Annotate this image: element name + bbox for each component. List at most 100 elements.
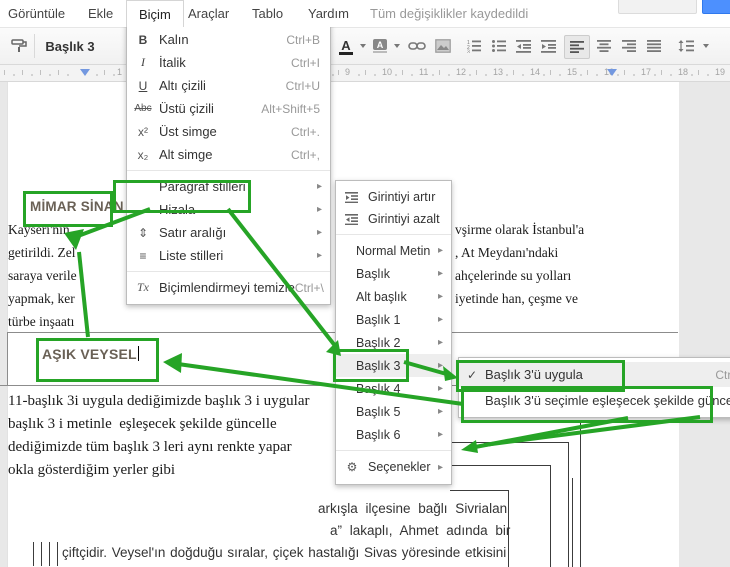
format-menu: B Kalın Ctrl+B I İtalik Ctrl+I U Altı çizili C… [126, 22, 331, 305]
menu-item-baslik-2[interactable]: Başlık 2 ▸ [336, 331, 451, 354]
paragraph-style-selector[interactable]: Başlık 3 [42, 35, 98, 57]
increase-indent-menu-icon [336, 190, 368, 204]
menu-item-baslik-1[interactable]: Başlık 1 ▸ [336, 308, 451, 331]
submenu-arrow-icon: ▸ [316, 250, 322, 261]
heading3-menu: ✓Başlık 3'ü uygulaCtrl Başlık 3'ü seçiml… [458, 357, 730, 418]
menu-item-girintiyi-azalt[interactable]: Girintiyi azalt [336, 208, 451, 230]
clear-formatting-icon: Tx [137, 280, 149, 294]
submenu-arrow-icon: ▸ [437, 383, 443, 394]
menu-goruntule[interactable]: Görüntüle [8, 0, 65, 27]
text-color-arrow-icon[interactable] [356, 35, 366, 57]
menu-item-ust-simge[interactable]: x² Üst simge Ctrl+. [127, 120, 330, 143]
insert-image-icon[interactable] [432, 35, 454, 57]
menu-item-paragraf-stilleri[interactable]: Paragraf stilleri ▸ [127, 175, 330, 198]
para1-left-line5[interactable]: türbe inşaatı [8, 314, 74, 330]
para1-left-line3[interactable]: saraya verile [8, 268, 77, 284]
menu-item-kalin[interactable]: B Kalın Ctrl+B [127, 28, 330, 51]
menu-item-bicimlendirmeyi-temizle[interactable]: Tx Biçimlendirmeyi temizle Ctrl+\ [127, 276, 330, 299]
nested-table-border [49, 542, 50, 566]
para2-line1[interactable]: 11-başlık 3i uygula dediğimizde başlık 3… [8, 393, 309, 410]
menu-item-baslik-6[interactable]: Başlık 6 ▸ [336, 423, 451, 446]
menu-item-alti-cizili[interactable]: U Altı çizili Ctrl+U [127, 74, 330, 97]
nested-table-border [450, 442, 569, 443]
submenu-arrow-icon: ▸ [437, 360, 443, 371]
strikethrough-icon: Abc [134, 103, 152, 114]
menu-item-girintiyi-artir[interactable]: Girintiyi artır [336, 186, 451, 208]
line-spacing-arrow-icon[interactable] [699, 35, 709, 57]
heading-mimar-sinan[interactable]: MİMAR SİNAN [30, 199, 124, 214]
nested-table-border [572, 478, 573, 567]
para1-right-line3[interactable]: ahçelerinde su yolları [455, 268, 571, 284]
nested-table-border [33, 542, 34, 566]
highlight-arrow-icon[interactable] [390, 35, 400, 57]
highlight-color-button[interactable]: A [370, 35, 390, 57]
menu-araclar[interactable]: Araçlar [188, 0, 229, 27]
para1-left-line2[interactable]: getirildi. Zel [8, 245, 75, 261]
menu-item-baslik3-guncelle[interactable]: Başlık 3'ü seçimle eşleşecek şekilde gün… [459, 387, 730, 413]
para1-right-line4[interactable]: iyetinde han, çeşme ve [455, 291, 578, 307]
increase-indent-icon[interactable] [538, 35, 560, 57]
menu-item-baslik-3[interactable]: Başlık 3 ▸ [336, 354, 451, 377]
nested-table-border [57, 542, 58, 566]
menu-item-baslik-4[interactable]: Başlık 4 ▸ [336, 377, 451, 400]
svg-text:A: A [377, 40, 384, 50]
bottom-line2[interactable]: a” lakaplı, Ahmet adında bir [330, 523, 510, 538]
paint-format-icon[interactable] [8, 35, 30, 57]
menu-item-normal-metin[interactable]: Normal Metin ▸ [336, 239, 451, 262]
menu-item-secenekler[interactable]: ⚙ Seçenekler ▸ [336, 455, 451, 479]
nested-table-border [550, 465, 551, 567]
table-border-left [7, 332, 8, 385]
menu-item-liste-stilleri[interactable]: ≡ Liste stilleri ▸ [127, 244, 330, 267]
submenu-arrow-icon: ▸ [437, 314, 443, 325]
bold-icon: B [138, 32, 148, 47]
numbered-list-icon[interactable]: 123 [463, 35, 485, 57]
italic-icon: I [141, 55, 145, 69]
indent-marker-left[interactable] [80, 69, 90, 76]
comments-button[interactable] [618, 0, 697, 14]
line-spacing-icon[interactable] [674, 35, 698, 57]
menu-bicim[interactable]: Biçim [126, 0, 184, 27]
heading-asik-veysel[interactable]: AŞIK VEYSEL [42, 346, 139, 362]
menu-item-italik[interactable]: I İtalik Ctrl+I [127, 51, 330, 74]
text-color-button[interactable]: A [336, 35, 356, 57]
submenu-arrow-icon: ▸ [437, 268, 443, 279]
nested-table-border [41, 542, 42, 566]
menu-ekle[interactable]: Ekle [88, 0, 113, 27]
align-center-icon[interactable] [592, 35, 616, 57]
para1-right-line1[interactable]: vşirme olarak İstanbul'a [455, 222, 584, 238]
menu-separator [336, 234, 451, 235]
menu-yardim[interactable]: Yardım [308, 0, 349, 27]
menu-item-alt-baslik[interactable]: Alt başlık ▸ [336, 285, 451, 308]
heading-asik-text: AŞIK VEYSEL [42, 346, 137, 362]
para2-line2[interactable]: başlık 3 i metinle eşleşecek şekilde gün… [8, 416, 277, 433]
bottom-line1[interactable]: arkışla ilçesine bağlı Sivrialan [318, 501, 507, 516]
align-justify-icon[interactable] [642, 35, 666, 57]
menu-separator [127, 170, 330, 171]
ruler[interactable]: 1 9 10 11 12 13 14 15 16 17 18 19 [0, 63, 730, 82]
insert-link-icon[interactable] [406, 35, 428, 57]
menu-item-satir-araligi[interactable]: ⇕ Satır aralığı ▸ [127, 221, 330, 244]
para1-left-line1[interactable]: Kayseri'nin [8, 222, 70, 238]
bottom-line3[interactable]: çiftçidir. Veysel'ın doğduğu sıralar, çi… [62, 545, 506, 560]
menu-item-alt-simge[interactable]: x₂ Alt simge Ctrl+, [127, 143, 330, 166]
nested-table-border [568, 442, 569, 567]
para1-left-line4[interactable]: yapmak, ker [8, 291, 75, 307]
menu-item-baslik-5[interactable]: Başlık 5 ▸ [336, 400, 451, 423]
menu-item-hizala[interactable]: Hizala ▸ [127, 198, 330, 221]
menu-item-baslik3-uygula[interactable]: ✓Başlık 3'ü uygulaCtrl [459, 362, 730, 387]
align-left-icon[interactable] [564, 35, 590, 59]
para1-right-line2[interactable]: , At Meydanı'ndaki [455, 245, 558, 261]
bulleted-list-icon[interactable] [488, 35, 510, 57]
para2-line4[interactable]: okla gösterdiğim yerler gibi [8, 462, 175, 479]
decrease-indent-icon[interactable] [513, 35, 535, 57]
menu-item-ustu-cizili[interactable]: Abc Üstü çizili Alt+Shift+5 [127, 97, 330, 120]
menu-tablo[interactable]: Tablo [252, 0, 283, 27]
align-right-icon[interactable] [617, 35, 641, 57]
superscript-icon: x² [138, 124, 148, 139]
list-styles-icon: ≡ [139, 248, 147, 263]
para2-line3[interactable]: dediğimizde tüm başlık 3 leri aynı renkt… [8, 439, 292, 456]
indent-marker-right[interactable] [607, 69, 617, 76]
share-button[interactable] [702, 0, 730, 14]
save-status: Tüm değişiklikler kaydedildi [370, 6, 529, 21]
menu-item-baslik[interactable]: Başlık ▸ [336, 262, 451, 285]
